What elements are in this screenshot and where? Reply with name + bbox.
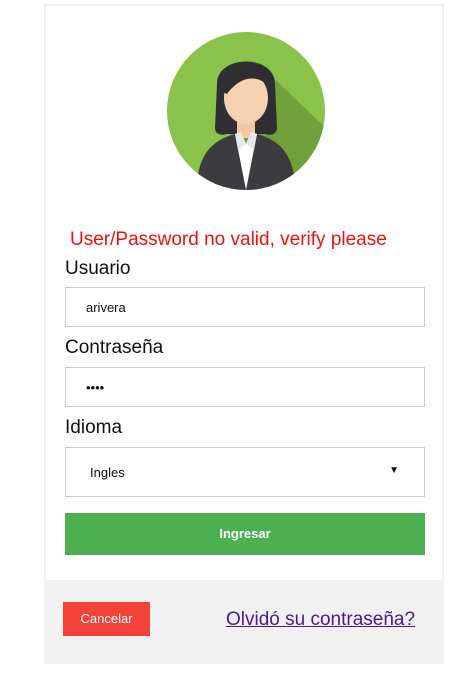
login-form-panel: User/Password no valid, verify please Us… — [46, 6, 442, 580]
error-message: User/Password no valid, verify please — [70, 229, 387, 250]
password-label: Contraseña — [65, 337, 164, 358]
username-field[interactable] — [65, 287, 425, 327]
username-label: Usuario — [65, 258, 131, 279]
login-card: User/Password no valid, verify please Us… — [44, 4, 444, 664]
forgot-password-link[interactable]: Olvidó su contraseña? — [226, 608, 415, 632]
language-select[interactable]: Ingles ▼ — [65, 447, 425, 497]
language-selected-value: Ingles — [90, 465, 125, 480]
user-avatar-icon — [167, 32, 325, 190]
cancel-button[interactable]: Cancelar — [63, 602, 150, 636]
language-label: Idioma — [65, 417, 123, 438]
submit-button[interactable]: Ingresar — [65, 513, 425, 555]
username-input[interactable] — [86, 288, 406, 326]
chevron-down-icon: ▼ — [389, 465, 399, 476]
password-field[interactable] — [65, 367, 425, 407]
password-input[interactable] — [86, 368, 406, 406]
